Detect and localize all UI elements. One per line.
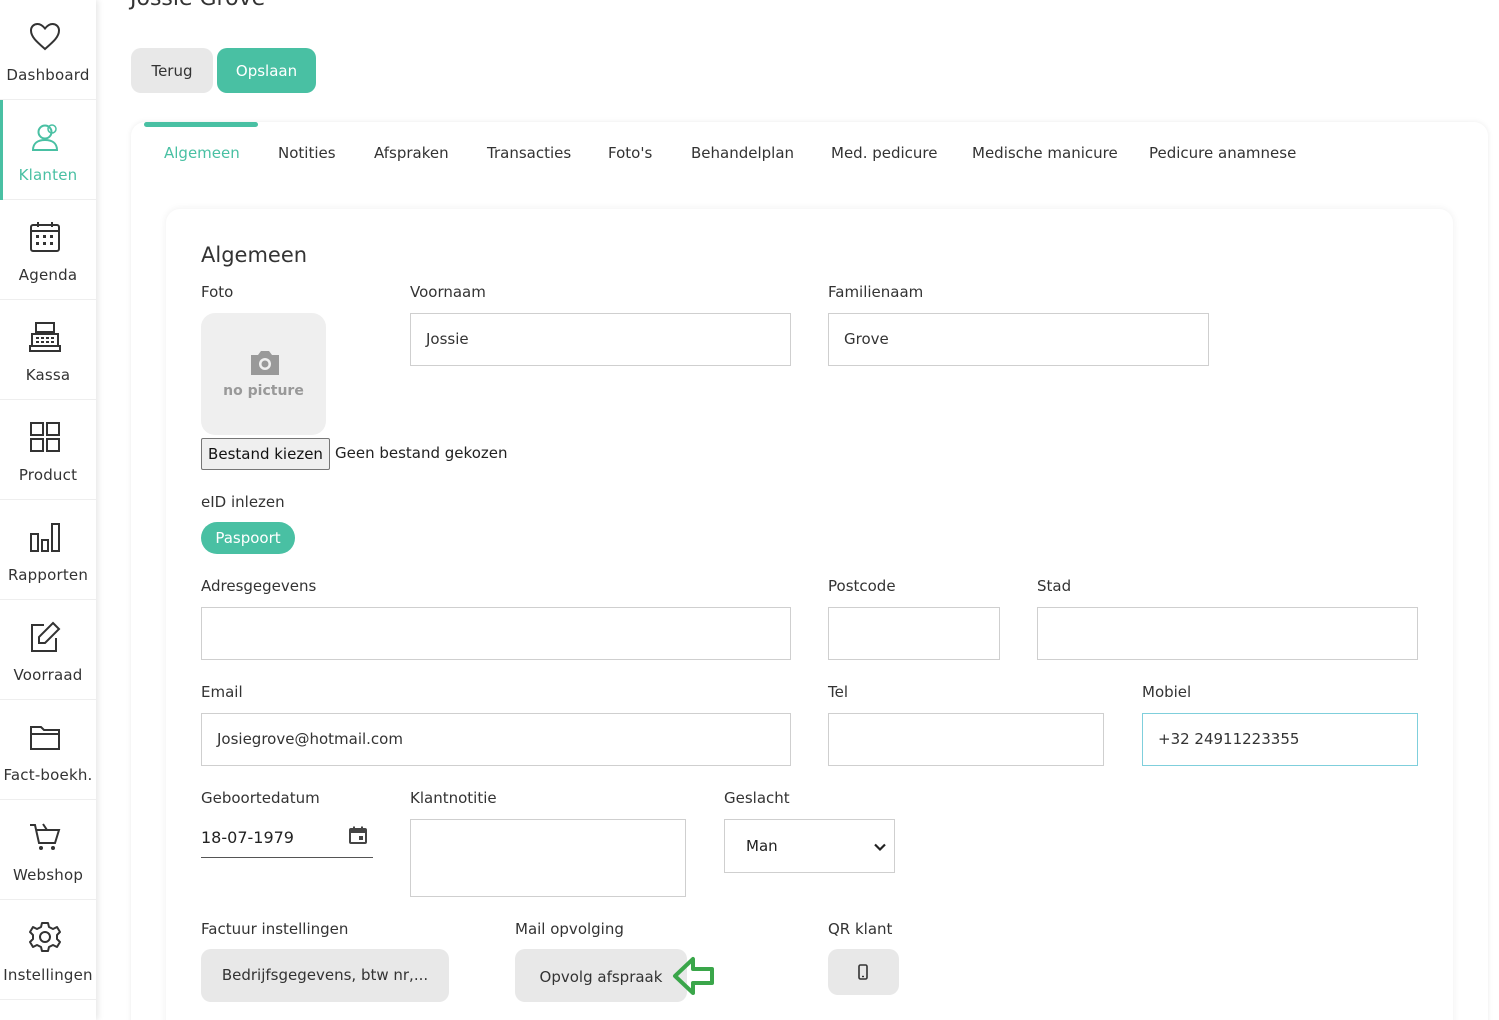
sidebar-item-webshop[interactable]: Webshop xyxy=(0,800,96,900)
cash-register-icon xyxy=(29,322,61,352)
tab-med-pedicure[interactable]: Med. pedicure xyxy=(831,144,938,162)
bar-chart-icon xyxy=(30,523,60,552)
sidebar-item-label: Klanten xyxy=(18,166,78,184)
tab-behandelplan[interactable]: Behandelplan xyxy=(691,144,794,162)
photo-label: Foto xyxy=(201,283,234,301)
no-picture-text: no picture xyxy=(223,383,304,399)
email-input[interactable]: Josiegrove@hotmail.com xyxy=(201,713,791,766)
sidebar-item-klanten[interactable]: Klanten xyxy=(0,100,96,200)
mobile-phone-icon xyxy=(858,964,868,980)
klantnotitie-textarea[interactable] xyxy=(410,819,686,897)
tab-notities[interactable]: Notities xyxy=(278,144,336,162)
sidebar-item-kassa[interactable]: Kassa xyxy=(0,300,96,400)
tab-fotos[interactable]: Foto's xyxy=(608,144,652,162)
sidebar-item-agenda[interactable]: Agenda xyxy=(0,200,96,300)
familienaam-label: Familienaam xyxy=(828,283,924,301)
sidebar-item-product[interactable]: Product xyxy=(0,400,96,500)
gear-icon xyxy=(29,922,61,952)
postcode-input[interactable] xyxy=(828,607,1000,660)
choose-file-button[interactable]: Bestand kiezen xyxy=(201,438,330,470)
eid-label: eID inlezen xyxy=(201,493,285,511)
users-icon xyxy=(31,124,59,151)
sidebar-item-label: Kassa xyxy=(25,366,71,384)
heart-icon xyxy=(29,22,61,51)
tab-transacties[interactable]: Transacties xyxy=(487,144,571,162)
edit-icon xyxy=(31,621,61,652)
factuur-label: Factuur instellingen xyxy=(201,920,349,938)
tab-pedicure-anamnese[interactable]: Pedicure anamnese xyxy=(1149,144,1296,162)
qr-klant-label: QR klant xyxy=(828,920,893,938)
geslacht-label: Geslacht xyxy=(724,789,790,807)
paspoort-button[interactable]: Paspoort xyxy=(201,522,295,554)
save-button[interactable]: Opslaan xyxy=(217,48,316,93)
sidebar-item-label: Voorraad xyxy=(13,666,83,684)
sidebar-item-label: Rapporten xyxy=(7,566,89,584)
mobiel-input[interactable]: +32 24911223355 xyxy=(1142,713,1418,766)
adres-input[interactable] xyxy=(201,607,791,660)
sidebar-item-label: Instellingen xyxy=(3,966,93,984)
sidebar: Dashboard Klanten Agenda Kassa Product R… xyxy=(0,0,96,1020)
opvolg-afspraak-button[interactable]: Opvolg afspraak xyxy=(515,949,687,1002)
voornaam-input[interactable]: Jossie xyxy=(410,313,791,366)
voornaam-label: Voornaam xyxy=(410,283,486,301)
photo-placeholder: no picture xyxy=(201,313,326,435)
mail-opvolging-label: Mail opvolging xyxy=(515,920,624,938)
sidebar-item-rapporten[interactable]: Rapporten xyxy=(0,500,96,600)
sidebar-item-instellingen[interactable]: Instellingen xyxy=(0,900,96,1000)
calendar-icon[interactable] xyxy=(349,826,367,844)
klantnotitie-label: Klantnotitie xyxy=(410,789,497,807)
geslacht-select[interactable]: Man xyxy=(724,819,895,873)
sidebar-item-dashboard[interactable]: Dashboard xyxy=(0,0,96,100)
geboortedatum-value: 18-07-1979 xyxy=(201,828,294,847)
email-label: Email xyxy=(201,683,243,701)
geboortedatum-input[interactable]: 18-07-1979 xyxy=(201,820,373,858)
sidebar-item-label: Fact-boekh. xyxy=(3,766,93,784)
cart-icon xyxy=(30,823,61,850)
postcode-label: Postcode xyxy=(828,577,896,595)
chevron-down-icon xyxy=(874,843,886,852)
arrow-left-icon xyxy=(673,957,714,995)
sidebar-item-label: Webshop xyxy=(12,866,84,884)
adres-label: Adresgegevens xyxy=(201,577,317,595)
geboortedatum-label: Geboortedatum xyxy=(201,789,320,807)
file-status: Geen bestand gekozen xyxy=(335,444,508,462)
stad-label: Stad xyxy=(1037,577,1072,595)
qr-klant-button[interactable] xyxy=(828,949,899,995)
folder-icon xyxy=(30,726,60,750)
sidebar-item-voorraad[interactable]: Voorraad xyxy=(0,600,96,700)
tab-algemeen[interactable]: Algemeen xyxy=(164,144,240,162)
camera-icon xyxy=(251,351,279,375)
factuur-settings-button[interactable]: Bedrijfsgegevens, btw nr,... xyxy=(201,949,449,1002)
tel-input[interactable] xyxy=(828,713,1104,766)
back-button[interactable]: Terug xyxy=(131,48,213,93)
tab-medische-manicure[interactable]: Medische manicure xyxy=(972,144,1118,162)
calendar-icon xyxy=(30,222,60,252)
sidebar-item-label: Dashboard xyxy=(6,66,90,84)
grid-icon xyxy=(30,422,60,452)
familienaam-input[interactable]: Grove xyxy=(828,313,1209,366)
sidebar-item-fact-boekh[interactable]: Fact-boekh. xyxy=(0,700,96,800)
stad-input[interactable] xyxy=(1037,607,1418,660)
geslacht-value: Man xyxy=(746,837,778,855)
sidebar-item-label: Product xyxy=(18,466,78,484)
page-title: Jossie Grove xyxy=(130,0,265,11)
section-title: Algemeen xyxy=(201,243,308,267)
tab-afspraken[interactable]: Afspraken xyxy=(374,144,449,162)
tel-label: Tel xyxy=(828,683,849,701)
active-tab-indicator xyxy=(144,122,258,127)
sidebar-item-label: Agenda xyxy=(18,266,78,284)
mobiel-label: Mobiel xyxy=(1142,683,1192,701)
